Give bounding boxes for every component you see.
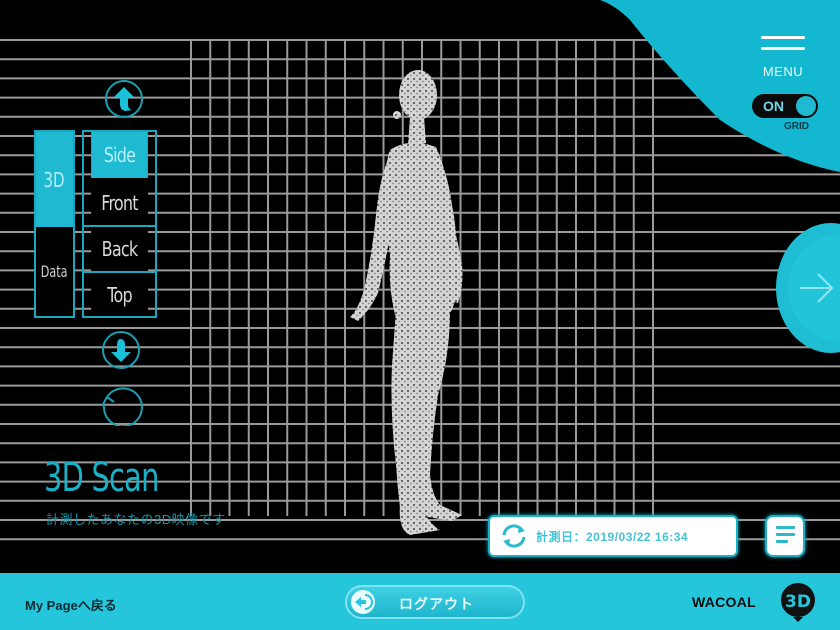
grid-toggle-caption: GRID <box>784 121 809 132</box>
tab-top-label: Top <box>107 282 132 307</box>
refresh-icon <box>502 524 526 548</box>
tab-front-label: Front <box>101 190 138 215</box>
footer-bar: My Pageへ戻る ログアウト WACOAL 3D <box>0 573 840 630</box>
toggle-knob <box>796 96 816 116</box>
wacoal-3d-logo-icon: 3D <box>780 583 815 622</box>
back-to-mypage-link[interactable]: My Pageへ戻る <box>25 595 117 614</box>
tab-back-label: Back <box>101 237 138 261</box>
tab-side-label: Side <box>103 143 136 167</box>
rotate-up-button[interactable] <box>105 80 143 118</box>
logout-button[interactable]: ログアウト <box>345 585 525 619</box>
tab-3d-label: 3D <box>43 167 66 192</box>
menu-label: MENU <box>762 64 804 79</box>
tab-front[interactable]: Front <box>91 180 148 225</box>
logout-icon <box>351 590 375 614</box>
menu-button[interactable]: MENU <box>757 36 809 84</box>
tab-back[interactable]: Back <box>91 227 148 271</box>
angle-tabs: Side Front Back Top <box>82 130 157 318</box>
rotate-icon <box>101 387 143 428</box>
grid-toggle-state: ON <box>763 98 784 114</box>
menu-icon-bar-2 <box>761 47 805 50</box>
rotate-down-button[interactable] <box>102 331 140 369</box>
arrow-down-icon <box>111 338 131 362</box>
grid-toggle[interactable]: ON <box>752 94 818 118</box>
scan-subtitle: 計測したあなたの3D映像です <box>46 512 226 527</box>
tab-3d[interactable]: 3D <box>36 132 73 227</box>
svg-text:3D: 3D <box>785 592 811 612</box>
reset-rotation-button[interactable] <box>98 382 144 428</box>
menu-icon-bar-1 <box>761 36 805 39</box>
tab-side[interactable]: Side <box>91 132 148 178</box>
data-sheet-button[interactable] <box>765 515 805 557</box>
measurement-date: 計測日：2019/03/22 16:34 <box>536 529 689 544</box>
brand-name: WACOAL <box>692 594 757 610</box>
tab-data[interactable]: Data <box>36 227 73 316</box>
scan-title: 3D Scan <box>44 455 159 501</box>
tab-data-label: Data <box>41 262 68 281</box>
tab-top[interactable]: Top <box>91 273 148 316</box>
arrow-right-icon <box>800 273 834 303</box>
mode-tabs: 3D Data <box>34 130 75 318</box>
logout-label: ログアウト <box>399 596 474 612</box>
3d-viewer[interactable]: MENU ON GRID 3D Data Side Front Back Top… <box>0 0 840 573</box>
arrow-up-icon <box>114 87 134 111</box>
measurement-date-button[interactable]: 計測日：2019/03/22 16:34 <box>488 515 738 557</box>
